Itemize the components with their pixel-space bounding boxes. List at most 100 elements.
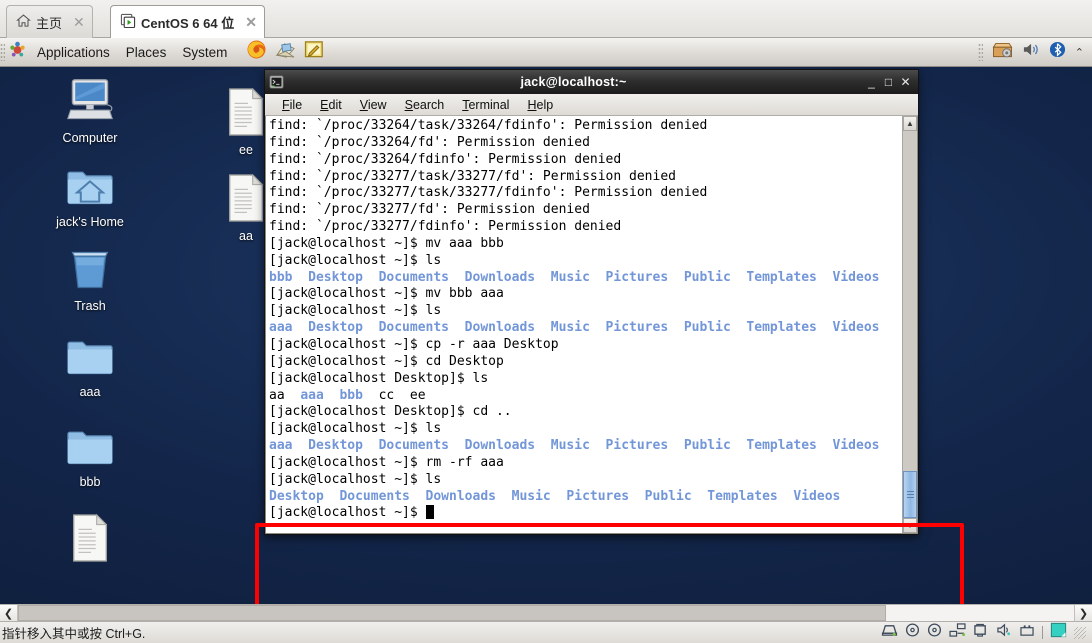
- network-icon[interactable]: [949, 623, 966, 642]
- terminal-text: find: `/proc/33264/fd': Permission denie…: [269, 134, 590, 150]
- resize-grip[interactable]: [1074, 626, 1086, 639]
- maximize-button[interactable]: □: [880, 74, 897, 91]
- desktop-icon-trash[interactable]: Trash: [44, 247, 136, 313]
- panel-grip[interactable]: [0, 43, 5, 61]
- terminal-line: find: `/proc/33277/fd': Permission denie…: [269, 202, 902, 219]
- vbox-tab-label: CentOS 6 64 位: [141, 15, 235, 31]
- vbox-tab-home[interactable]: 主页 ✕: [6, 5, 93, 38]
- menu-file[interactable]: File: [273, 98, 311, 112]
- firefox-icon[interactable]: [242, 39, 271, 65]
- virtualbox-tab-strip: 主页 ✕ CentOS 6 64 位 ✕: [0, 0, 1092, 38]
- close-icon[interactable]: ✕: [73, 15, 85, 29]
- terminal-line: [jack@localhost ~]$ mv bbb aaa: [269, 286, 902, 303]
- terminal-dir-name: aaa Desktop Documents Downloads Music Pi…: [269, 438, 880, 454]
- terminal-text: [jack@localhost Desktop]$ ls: [269, 370, 489, 386]
- capture-icon[interactable]: [1050, 622, 1067, 643]
- terminal-menu-bar: File Edit View Search Terminal Help: [265, 94, 918, 116]
- evolution-mail-icon[interactable]: [271, 40, 300, 64]
- scrollbar-thumb[interactable]: [903, 471, 917, 518]
- terminal-text: [jack@localhost Desktop]$ cd ..: [269, 404, 512, 420]
- menu-system[interactable]: System: [174, 43, 235, 62]
- menu-view[interactable]: View: [351, 98, 396, 112]
- terminal-line: find: `/proc/33277/task/33277/fdinfo': P…: [269, 185, 902, 202]
- terminal-scrollbar[interactable]: ▲ ▼: [902, 116, 917, 533]
- close-button[interactable]: ✕: [897, 74, 914, 91]
- terminal-text: [jack@localhost ~]$ mv aaa bbb: [269, 235, 504, 251]
- desktop-icon-label: Trash: [74, 299, 106, 313]
- scroll-left-icon[interactable]: ❮: [0, 605, 18, 621]
- terminal-line: bbb Desktop Documents Downloads Music Pi…: [269, 270, 902, 287]
- terminal-dir-name: Desktop Documents Downloads Music Pictur…: [269, 488, 841, 504]
- menu-search[interactable]: Search: [396, 98, 454, 112]
- terminal-title-text: jack@localhost:~: [520, 75, 627, 89]
- package-updater-icon[interactable]: [992, 41, 1013, 64]
- terminal-window[interactable]: jack@localhost:~ _ □ ✕ File Edit View Se…: [264, 69, 919, 535]
- document-icon: [224, 173, 268, 226]
- terminal-line: aa aaa bbb cc ee: [269, 388, 902, 405]
- desktop-icon-home[interactable]: jack's Home: [44, 163, 136, 229]
- terminal-text: [jack@localhost ~]$: [269, 505, 426, 521]
- desktop-icon-label: aa: [239, 229, 253, 243]
- terminal-title-bar[interactable]: jack@localhost:~ _ □ ✕: [265, 70, 918, 94]
- folder-icon: [64, 333, 116, 382]
- menu-edit[interactable]: Edit: [311, 98, 351, 112]
- menu-terminal[interactable]: Terminal: [453, 98, 518, 112]
- menu-places[interactable]: Places: [118, 43, 175, 62]
- terminal-text: [jack@localhost ~]$ ls: [269, 303, 442, 319]
- terminal-text: find: `/proc/33277/task/33277/fd': Permi…: [269, 168, 676, 184]
- text-editor-icon[interactable]: [300, 40, 328, 64]
- terminal-icon: [269, 75, 284, 89]
- menu-help[interactable]: Help: [518, 98, 562, 112]
- desktop-icon-document-partial[interactable]: [44, 513, 136, 569]
- terminal-text: [jack@localhost ~]$ rm -rf aaa: [269, 454, 504, 470]
- vm-running-icon: [120, 13, 136, 31]
- document-icon: [224, 87, 268, 140]
- tray-expand-icon[interactable]: ⌃: [1075, 46, 1084, 59]
- usb-icon[interactable]: [1019, 624, 1035, 642]
- hscroll-thumb[interactable]: [18, 605, 886, 621]
- optical-disk-icon[interactable]: [905, 623, 920, 642]
- scroll-right-icon[interactable]: ❯: [1074, 605, 1092, 621]
- bluetooth-icon[interactable]: [1049, 41, 1066, 63]
- desktop-icon-label: jack's Home: [56, 215, 124, 229]
- terminal-line: find: `/proc/33277/task/33277/fd': Permi…: [269, 169, 902, 186]
- volume-icon[interactable]: [1022, 41, 1040, 63]
- terminal-text: [jack@localhost ~]$ cd Desktop: [269, 353, 504, 369]
- terminal-line: [jack@localhost ~]$ ls: [269, 472, 902, 489]
- status-separator: [1042, 626, 1043, 639]
- minimize-button[interactable]: _: [863, 74, 880, 91]
- tray-grip[interactable]: [977, 43, 983, 61]
- menu-applications[interactable]: Applications: [29, 43, 118, 62]
- home-icon: [16, 13, 31, 31]
- terminal-body[interactable]: find: `/proc/33264/task/33264/fdinfo': P…: [265, 116, 918, 534]
- home-folder-icon: [64, 163, 116, 212]
- desktop-icon-label: aaa: [79, 385, 101, 399]
- host-horizontal-scrollbar[interactable]: ❮ ❯: [0, 604, 1092, 622]
- terminal-output[interactable]: find: `/proc/33264/task/33264/fdinfo': P…: [266, 116, 902, 533]
- vbox-tab-centos[interactable]: CentOS 6 64 位 ✕: [110, 5, 265, 38]
- shared-folder-icon[interactable]: [973, 623, 989, 642]
- trash-icon: [65, 247, 115, 296]
- terminal-text: aa: [269, 387, 301, 403]
- close-icon[interactable]: ✕: [245, 15, 257, 29]
- desktop-icon-folder-bbb[interactable]: bbb: [44, 423, 136, 489]
- scroll-down-icon[interactable]: ▼: [903, 518, 917, 533]
- terminal-line: [jack@localhost ~]$ ls: [269, 303, 902, 320]
- scrollbar-track[interactable]: [903, 131, 917, 518]
- terminal-line: [jack@localhost Desktop]$ cd ..: [269, 404, 902, 421]
- terminal-line: [jack@localhost ~]$ rm -rf aaa: [269, 455, 902, 472]
- terminal-line: find: `/proc/33264/task/33264/fdinfo': P…: [269, 118, 902, 135]
- hscroll-track[interactable]: [18, 605, 1074, 621]
- folder-icon: [64, 423, 116, 472]
- scroll-up-icon[interactable]: ▲: [903, 116, 917, 131]
- terminal-line: [jack@localhost ~]$: [269, 505, 902, 522]
- terminal-line: find: `/proc/33264/fd': Permission denie…: [269, 135, 902, 152]
- audio-icon[interactable]: [996, 623, 1012, 642]
- desktop-icon-folder-aaa[interactable]: aaa: [44, 333, 136, 399]
- terminal-line: aaa Desktop Documents Downloads Music Pi…: [269, 320, 902, 337]
- hard-disk-icon[interactable]: [881, 623, 898, 642]
- desktop-icon-computer[interactable]: Computer: [44, 77, 136, 145]
- gnome-foot-icon: [5, 41, 29, 63]
- optical-disk-icon[interactable]: [927, 623, 942, 642]
- terminal-cursor: [425, 505, 434, 520]
